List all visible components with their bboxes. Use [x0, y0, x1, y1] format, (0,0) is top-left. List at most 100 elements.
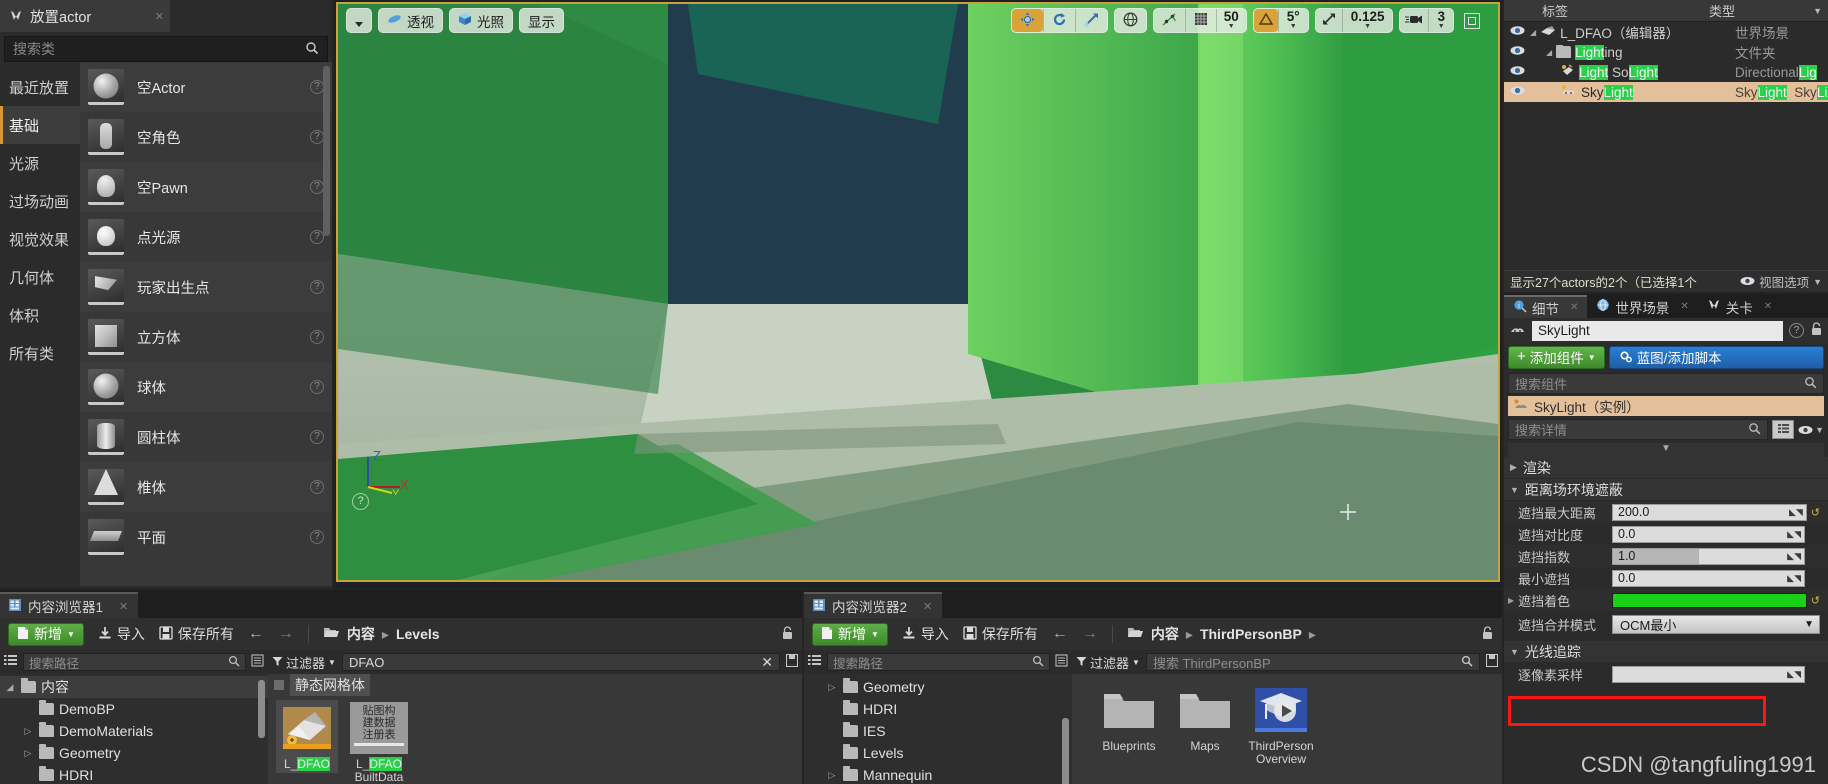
close-icon[interactable]: ✕ [1570, 302, 1578, 313]
sidebar-item-basic[interactable]: 基础 [0, 106, 80, 144]
scale-size-dropdown[interactable]: 0.125 ▼ [1341, 9, 1393, 32]
arrow-right-icon[interactable]: → [1082, 625, 1098, 643]
scrollbar[interactable] [323, 66, 330, 236]
section-header-rendering[interactable]: ▶ 渲染 [1504, 457, 1828, 479]
chevron-right-icon[interactable]: ▶ [1508, 596, 1514, 605]
lock-icon[interactable] [1810, 322, 1823, 339]
eye-icon[interactable] [1504, 45, 1530, 59]
occlusion-max-distance-input[interactable]: 200.0 ◣◥ [1612, 503, 1807, 521]
cb2-import-button[interactable]: 导入 [902, 624, 949, 644]
tree-item-hdri[interactable]: HDRI [804, 698, 1072, 720]
eye-icon[interactable] [1504, 25, 1530, 39]
camera-speed-dropdown[interactable]: 3 ▼ [1428, 9, 1453, 32]
help-icon[interactable]: ? [310, 80, 324, 94]
tree-item-geometry[interactable]: ▷ Geometry [0, 742, 268, 764]
outliner-column-type[interactable]: 类型 [1709, 1, 1813, 20]
list-item[interactable]: 玩家出生点 ? [80, 262, 332, 312]
reset-icon[interactable]: ↺ [1811, 594, 1820, 607]
component-list-item[interactable]: SkyLight（实例） [1508, 396, 1824, 416]
angle-size-dropdown[interactable]: 5° ▼ [1277, 9, 1308, 32]
list-item[interactable]: 椎体 ? [80, 462, 332, 512]
scrollbar[interactable] [258, 680, 265, 738]
drag-handle-icon[interactable]: ◣◥ [1787, 551, 1801, 562]
cb1-path-input[interactable]: 搜索路径 [23, 653, 246, 671]
level-viewport[interactable]: Z X Y ? 透视 光照 显示 50 ▼ 5° ▼ 0.125 ▼ 3 ▼ [334, 0, 1502, 588]
asset-tile-maps[interactable]: Maps [1174, 684, 1236, 753]
chevron-right-icon[interactable]: ▷ [826, 682, 838, 693]
viewport-lit-button[interactable]: 光照 [450, 9, 512, 32]
cb2-save-all-button[interactable]: 保存所有 [963, 624, 1038, 644]
asset-tile-l-dfao[interactable]: L_DFAO [276, 700, 338, 773]
list-item[interactable]: 空Actor ? [80, 62, 332, 112]
chevron-right-icon[interactable]: ▷ [22, 726, 34, 737]
path-picker-icon[interactable] [808, 654, 822, 670]
viewport-perspective-button[interactable]: 透视 [379, 9, 442, 32]
tab-details[interactable]: i 细节 ✕ [1504, 295, 1588, 318]
list-item[interactable]: 球体 ? [80, 362, 332, 412]
section-header-ray-tracing[interactable]: ▼ 光线追踪 [1504, 641, 1828, 663]
asset-tile-l-dfao-builtdata[interactable]: 贴图构 建数据 注册表 L_DFAO BuiltData [348, 702, 410, 784]
path-picker-icon[interactable] [4, 654, 18, 670]
close-icon[interactable]: ✕ [761, 654, 773, 671]
list-item[interactable]: 点光源 ? [80, 212, 332, 262]
lock-icon[interactable] [1481, 625, 1494, 643]
cb2-path-input[interactable]: 搜索路径 [827, 653, 1050, 671]
occlusion-contrast-input[interactable]: 0.0 ◣◥ [1612, 525, 1805, 543]
close-icon[interactable]: ✕ [1764, 301, 1772, 312]
asset-tile-thirdperson-overview[interactable]: ThirdPerson Overview [1248, 684, 1314, 766]
tree-item-content[interactable]: ◢ 内容 [0, 676, 268, 698]
table-row[interactable]: ◢ L_DFAO（编辑器） 世界场景 [1504, 22, 1828, 42]
arrow-left-icon[interactable]: ← [248, 625, 264, 643]
sidebar-item-lights[interactable]: 光源 [0, 144, 80, 182]
close-icon[interactable]: ✕ [155, 10, 170, 23]
list-item[interactable]: 平面 ? [80, 512, 332, 562]
details-collapse-handle[interactable]: ▼ [1508, 443, 1824, 457]
viewport-render-area[interactable]: Z X Y ? [338, 4, 1498, 580]
blueprint-add-script-button[interactable]: 蓝图/添加脚本 [1608, 345, 1824, 369]
drag-handle-icon[interactable]: ◣◥ [1789, 507, 1803, 518]
outliner-view-options-button[interactable]: 视图选项 ▼ [1740, 272, 1822, 291]
sidebar-item-geometry[interactable]: 几何体 [0, 258, 80, 296]
tree-item-levels[interactable]: Levels [804, 742, 1072, 764]
tree-item-hdri[interactable]: HDRI [0, 764, 268, 784]
close-icon[interactable]: ✕ [923, 600, 932, 613]
outliner-column-label[interactable]: 标签 [1504, 1, 1709, 20]
add-component-button[interactable]: + 添加组件 ▼ [1508, 345, 1605, 369]
sidebar-item-recently-placed[interactable]: 最近放置 [0, 68, 80, 106]
save-search-icon[interactable] [785, 653, 799, 670]
chevron-right-icon[interactable]: ▷ [826, 770, 838, 781]
component-search-input[interactable]: 搜索组件 [1508, 373, 1824, 394]
folder-open-icon[interactable] [1127, 626, 1144, 642]
table-row[interactable]: Light SoLight DirectionalLig [1504, 62, 1828, 82]
samples-per-pixel-input[interactable]: ◣◥ [1612, 665, 1805, 683]
arrow-left-icon[interactable]: ← [1052, 625, 1068, 643]
viewport-show-button[interactable]: 显示 [520, 9, 563, 32]
world-space-button[interactable] [1115, 9, 1146, 32]
translate-tool-button[interactable] [1011, 9, 1043, 32]
actor-name-field[interactable]: SkyLight [1532, 320, 1783, 341]
sidebar-item-all-classes[interactable]: 所有类 [0, 334, 80, 372]
table-row[interactable]: ◢ Lighting 文件夹 [1504, 42, 1828, 62]
grid-snap-button[interactable] [1184, 9, 1216, 32]
sidebar-item-visual-effects[interactable]: 视觉效果 [0, 220, 80, 258]
help-icon[interactable]: ? [310, 180, 324, 194]
tab-content-browser-1[interactable]: 内容浏览器1 ✕ [0, 592, 139, 618]
cb1-add-new-button[interactable]: 新增 ▼ [8, 622, 84, 646]
angle-snap-button[interactable] [1253, 9, 1278, 32]
list-view-icon[interactable] [251, 654, 264, 670]
drag-handle-icon[interactable]: ◣◥ [1787, 529, 1801, 540]
tab-place-actor[interactable]: 放置actor ✕ [0, 0, 170, 32]
close-icon[interactable]: ✕ [119, 600, 128, 613]
tab-world-settings[interactable]: 世界场景 ✕ [1587, 295, 1697, 318]
close-icon[interactable]: ✕ [1680, 301, 1688, 312]
table-row[interactable]: SkyLight SkyLight SkyLight [1504, 82, 1828, 102]
place-actors-search-input[interactable]: 搜索类 [4, 36, 328, 62]
help-icon[interactable]: ? [310, 280, 324, 294]
help-icon[interactable]: ? [310, 330, 324, 344]
cb1-search-input[interactable]: DFAO ✕ [341, 653, 780, 671]
cb2-breadcrumb-item[interactable]: 内容 [1151, 624, 1179, 644]
help-icon[interactable]: ? [352, 493, 369, 510]
list-view-icon[interactable] [1055, 654, 1068, 670]
chevron-down-icon[interactable]: ◢ [1530, 28, 1536, 37]
tree-item-ies[interactable]: IES [804, 720, 1072, 742]
